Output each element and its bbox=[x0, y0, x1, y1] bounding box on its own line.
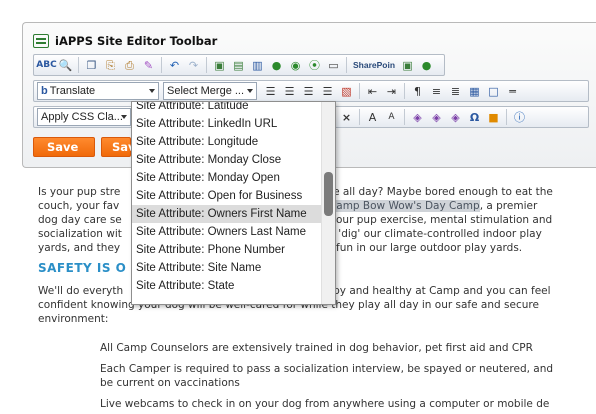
image-manager-icon[interactable]: ▤ bbox=[231, 57, 247, 73]
media-icon[interactable]: ▭ bbox=[326, 57, 342, 73]
dropdown-item-latitude[interactable]: Site Attribute: Latitude bbox=[132, 102, 321, 115]
list-item: Live webcams to check in on your dog fro… bbox=[100, 398, 550, 410]
paragraph-line-2: couch, your fav bbox=[38, 200, 120, 212]
toolbar-title: iAPPS Site Editor Toolbar bbox=[33, 32, 217, 50]
paragraph2-line-1-right: appy and healthy at Camp and you can fee… bbox=[320, 285, 551, 297]
table-icon[interactable]: ▦ bbox=[467, 83, 483, 99]
paragraph-line-3-right: e your pup exercise, mental stimulation … bbox=[320, 214, 553, 226]
special-link-3-icon[interactable]: ◈ bbox=[448, 109, 464, 125]
dropdown-scrollbar-thumb[interactable] bbox=[324, 172, 333, 216]
paragraph-icon[interactable]: ¶ bbox=[410, 83, 426, 99]
numbered-list-icon[interactable]: ≡ bbox=[429, 83, 445, 99]
align-center-icon[interactable]: ☰ bbox=[282, 83, 298, 99]
list-item: Each Camper is required to pass a social… bbox=[100, 363, 554, 375]
separator bbox=[78, 57, 79, 73]
separator bbox=[404, 83, 405, 99]
css-class-select-value: Apply CSS Cla... bbox=[41, 111, 123, 123]
sharepoint-label[interactable]: SharePoin bbox=[353, 60, 395, 70]
align-right-icon[interactable]: ☰ bbox=[301, 83, 317, 99]
paragraph-line-1-right: one all day? Maybe bored enough to eat t… bbox=[320, 186, 553, 198]
dropdown-item-owners-first-name[interactable]: Site Attribute: Owners First Name bbox=[132, 205, 321, 223]
justify-icon[interactable]: ☰ bbox=[320, 83, 336, 99]
save-button[interactable]: Save bbox=[33, 137, 95, 157]
translate-select-value: Translate bbox=[49, 85, 96, 97]
paste-icon[interactable]: ⎘ bbox=[103, 57, 119, 73]
special-link-2-icon[interactable]: ◈ bbox=[429, 109, 445, 125]
hyperlink-icon[interactable]: ⦿ bbox=[307, 57, 323, 73]
merge-dropdown-list: Site Attribute: Latitude Site Attribute:… bbox=[131, 101, 336, 305]
list-item: All Camp Counselors are extensively trai… bbox=[100, 342, 533, 354]
paragraph-line-2-right: ? Camp Bow Wow's Day Camp, a premier bbox=[320, 200, 538, 212]
link-manager-icon[interactable]: ◉ bbox=[288, 57, 304, 73]
outdent-icon[interactable]: ⇤ bbox=[365, 83, 381, 99]
separator bbox=[346, 57, 347, 73]
paragraph-line-1: Is your pup stre bbox=[38, 186, 121, 198]
separator bbox=[404, 109, 405, 125]
dropdown-item-owners-last-name[interactable]: Site Attribute: Owners Last Name bbox=[132, 223, 321, 241]
paragraph-line-5-right: ve fun in our large outdoor play yards. bbox=[320, 242, 523, 254]
redo-icon[interactable]: ↷ bbox=[186, 57, 202, 73]
paragraph-line-4: socialization wit bbox=[38, 228, 122, 240]
format-painter-icon[interactable]: ✎ bbox=[141, 57, 157, 73]
omega-icon[interactable]: Ω bbox=[467, 109, 483, 125]
translate-select[interactable]: b Translate bbox=[37, 82, 159, 100]
save-as-button[interactable]: Sav bbox=[101, 137, 136, 157]
font-size-down-icon[interactable]: A bbox=[384, 109, 400, 125]
dropdown-scrollbar[interactable] bbox=[321, 102, 335, 304]
highlighted-text: Camp Bow Wow's Day Camp bbox=[328, 200, 480, 212]
document-icon[interactable]: ▥ bbox=[250, 57, 266, 73]
dropdown-item-monday-close[interactable]: Site Attribute: Monday Close bbox=[132, 151, 321, 169]
spellcheck-icon[interactable]: ABC bbox=[36, 57, 56, 73]
dropdown-item-linkedin-url[interactable]: Site Attribute: LinkedIn URL bbox=[132, 115, 321, 133]
dropdown-item-open-for-business[interactable]: Site Attribute: Open for Business bbox=[132, 187, 321, 205]
separator bbox=[359, 109, 360, 125]
toolbar-row-2: b Translate Select Merge ... ☰ ☰ ☰ ☰ ▧ ⇤… bbox=[33, 80, 589, 102]
sharepoint-link-icon[interactable]: ● bbox=[419, 57, 435, 73]
chevron-down-icon bbox=[149, 89, 155, 93]
toolbar-row-1: ABC 🔍 ❐ ⎘ ⎙ ✎ ↶ ↷ ▣ ▤ ▥ ● ◉ ⦿ ▭ SharePoi… bbox=[33, 54, 445, 76]
special-link-icon[interactable]: ◈ bbox=[410, 109, 426, 125]
dropdown-item-monday-open[interactable]: Site Attribute: Monday Open bbox=[132, 169, 321, 187]
paragraph2-line-3: environment: bbox=[38, 313, 109, 325]
undo-icon[interactable]: ↶ bbox=[167, 57, 183, 73]
paste-word-icon[interactable]: ⎙ bbox=[122, 57, 138, 73]
bullet-list-icon[interactable]: ≣ bbox=[448, 83, 464, 99]
copy-icon[interactable]: ❐ bbox=[84, 57, 100, 73]
separator bbox=[206, 57, 207, 73]
paragraph2-line-1: We'll do everyth bbox=[38, 285, 124, 297]
dropdown-item-site-name[interactable]: Site Attribute: Site Name bbox=[132, 259, 321, 277]
css-icon[interactable]: ■ bbox=[486, 109, 502, 125]
dropdown-item-longitude[interactable]: Site Attribute: Longitude bbox=[132, 133, 321, 151]
css-class-select[interactable]: Apply CSS Cla... bbox=[37, 108, 131, 126]
image-icon[interactable]: ▣ bbox=[212, 57, 228, 73]
indent-icon[interactable]: ⇥ bbox=[384, 83, 400, 99]
list-item-continued: be current on vaccinations bbox=[100, 377, 240, 389]
horizontal-rule-icon[interactable]: ═ bbox=[505, 83, 521, 99]
find-icon[interactable]: 🔍 bbox=[58, 57, 74, 73]
align-left-icon[interactable]: ☰ bbox=[263, 83, 279, 99]
chevron-down-icon bbox=[121, 115, 127, 119]
merge-select[interactable]: Select Merge ... bbox=[163, 82, 257, 100]
dropdown-item-phone-number[interactable]: Site Attribute: Phone Number bbox=[132, 241, 321, 259]
font-size-up-icon[interactable]: A bbox=[365, 109, 381, 125]
superscript-icon[interactable]: × bbox=[339, 109, 355, 125]
editor-icon bbox=[33, 34, 49, 48]
form-icon[interactable]: □ bbox=[486, 83, 502, 99]
help-icon[interactable]: ⓘ bbox=[512, 109, 528, 125]
color-palette-icon[interactable]: ▧ bbox=[339, 83, 355, 99]
merge-select-value: Select Merge ... bbox=[167, 85, 245, 97]
separator bbox=[161, 57, 162, 73]
sharepoint-image-icon[interactable]: ▣ bbox=[400, 57, 416, 73]
paragraph-line-4-right: vill 'dig' our climate-controlled indoor… bbox=[320, 228, 542, 240]
paragraph-line-5: yards, and they bbox=[38, 242, 121, 254]
dropdown-item-state[interactable]: Site Attribute: State bbox=[132, 277, 321, 295]
separator bbox=[506, 109, 507, 125]
separator bbox=[359, 83, 360, 99]
link-icon[interactable]: ● bbox=[269, 57, 285, 73]
section-heading: SAFETY IS O bbox=[38, 261, 127, 275]
toolbar-title-text: iAPPS Site Editor Toolbar bbox=[55, 34, 218, 48]
paragraph-line-3: dog day care se bbox=[38, 214, 122, 226]
chevron-down-icon bbox=[247, 89, 253, 93]
merge-dropdown-items: Site Attribute: Latitude Site Attribute:… bbox=[132, 102, 321, 295]
